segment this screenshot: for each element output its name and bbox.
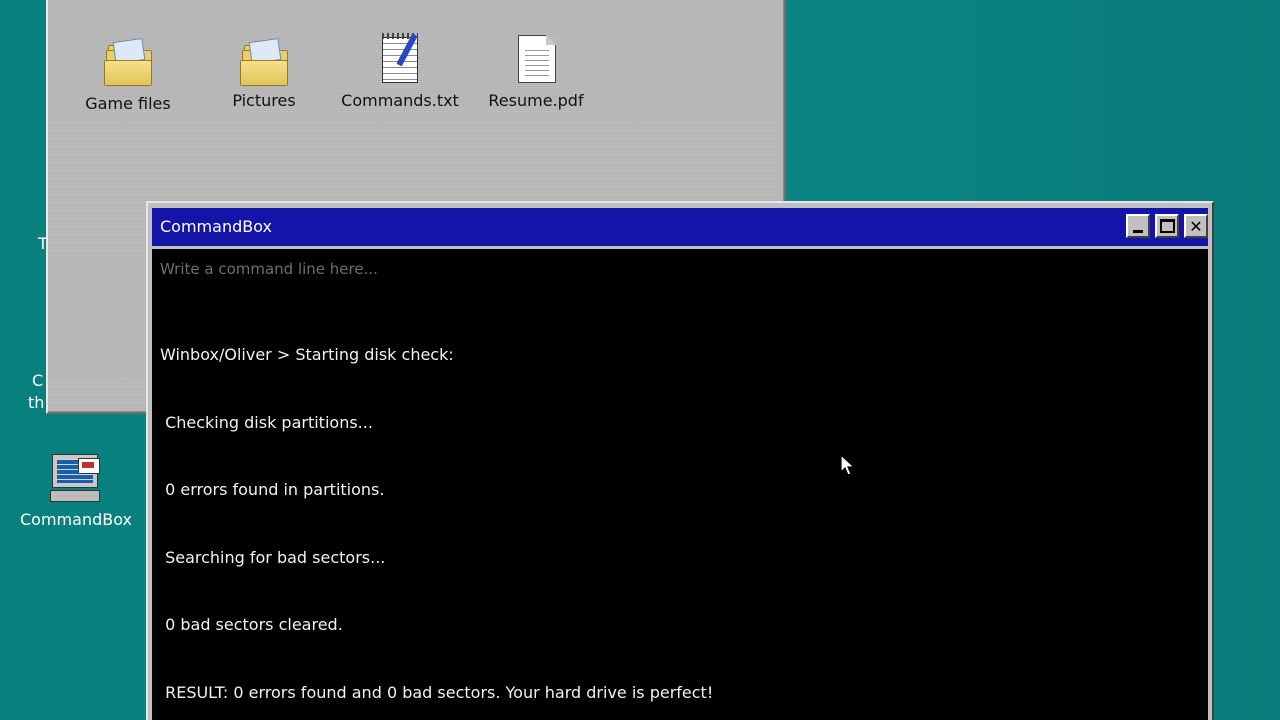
maximize-icon (1157, 216, 1177, 236)
file-item-label: Resume.pdf (488, 91, 584, 110)
maximize-button[interactable] (1155, 214, 1179, 238)
window-title: CommandBox (160, 217, 272, 236)
folder-icon (238, 34, 290, 90)
partial-desktop-label: C (32, 371, 44, 390)
console-output-line: Checking disk partitions... (160, 412, 373, 432)
console-output-line: Searching for bad sectors... (160, 547, 386, 567)
document-icon (510, 31, 562, 87)
file-item-label: Game files (85, 94, 171, 113)
close-button[interactable]: ✕ (1184, 214, 1208, 238)
file-item-resume-pdf[interactable]: Resume.pdf (466, 31, 606, 110)
commandbox-window[interactable]: CommandBox ✕ Winbox/Oliver > Starting di… (146, 201, 1214, 720)
close-icon: ✕ (1189, 216, 1203, 236)
minimize-icon (1128, 216, 1148, 236)
file-item-pictures[interactable]: Pictures (194, 34, 334, 110)
window-titlebar[interactable]: CommandBox ✕ (152, 208, 1208, 246)
desktop: Game files Pictures Commands.txt Resume.… (0, 0, 1280, 720)
file-item-commands-txt[interactable]: Commands.txt (330, 31, 470, 110)
minimize-button[interactable] (1126, 214, 1150, 238)
console-area[interactable]: Winbox/Oliver > Starting disk check: Che… (152, 249, 1208, 720)
command-input[interactable] (158, 257, 1202, 281)
console-output-line: RESULT: 0 errors found and 0 bad sectors… (160, 682, 714, 702)
file-item-label: Pictures (232, 91, 296, 110)
console-output-line: 0 bad sectors cleared. (160, 615, 343, 634)
console-output-line: Winbox/Oliver > Starting disk check: (160, 345, 454, 364)
mouse-pointer-icon (840, 454, 856, 476)
desktop-icon-commandbox[interactable]: CommandBox (16, 452, 136, 529)
partial-desktop-label: T (38, 234, 48, 253)
desktop-icon-label: CommandBox (20, 510, 132, 529)
console-output: Winbox/Oliver > Starting disk check: Che… (160, 299, 713, 720)
folder-icon (102, 34, 154, 90)
file-item-game-files[interactable]: Game files (58, 34, 198, 113)
notepad-icon (374, 31, 426, 87)
computer-icon (48, 452, 104, 506)
console-output-line: 0 errors found in partitions. (160, 480, 385, 499)
partial-desktop-label: th (28, 393, 45, 412)
file-item-label: Commands.txt (341, 91, 459, 110)
